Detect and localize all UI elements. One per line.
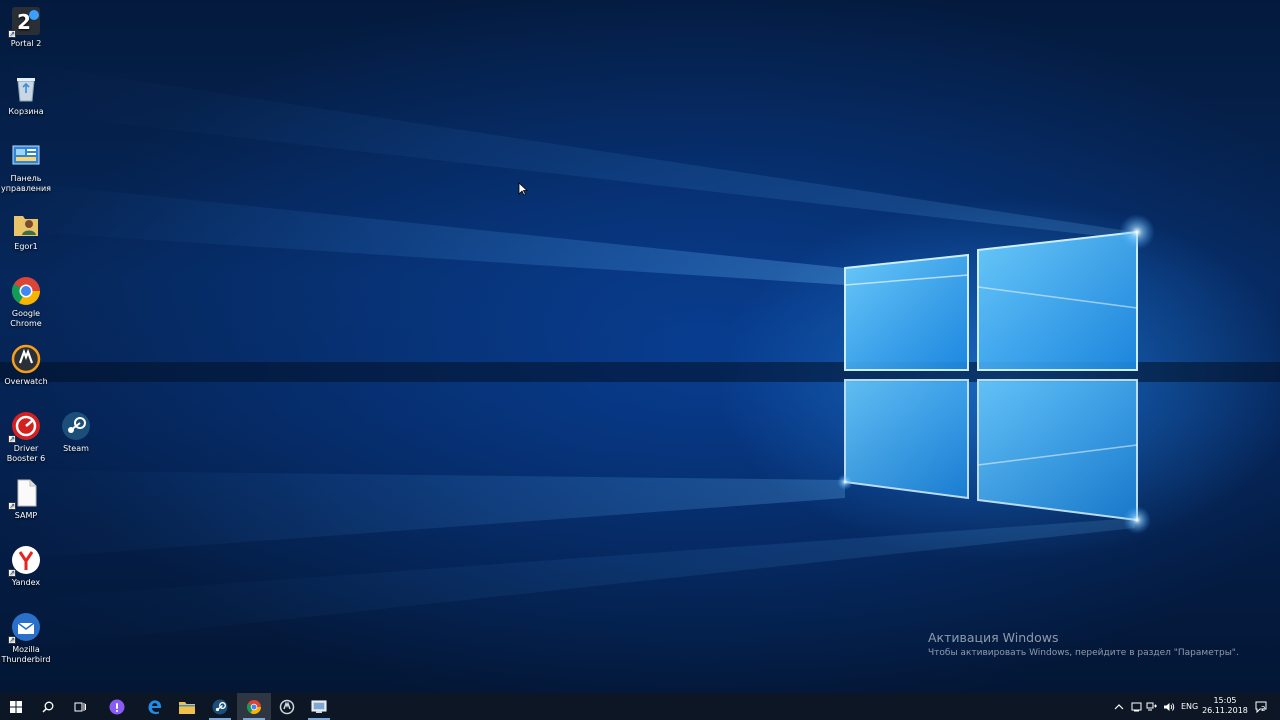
taskbar: ENG 15:05 26.11.2018 2 — [0, 693, 1280, 720]
desktop-icon-chrome[interactable]: Google Chrome — [0, 275, 52, 329]
taskbar-app[interactable] — [302, 693, 336, 720]
action-center-button[interactable]: 2 — [1252, 693, 1270, 720]
search-button[interactable] — [32, 693, 64, 720]
volume-icon — [1164, 702, 1175, 711]
overwatch-icon — [10, 343, 42, 375]
overwatch-icon — [279, 699, 295, 714]
desktop-icon-label: Overwatch — [4, 377, 48, 386]
chevron-up-icon — [1114, 703, 1124, 709]
start-icon — [10, 700, 22, 713]
steam-icon — [60, 410, 92, 442]
desktop-icon-control-panel[interactable]: Панель управления — [0, 140, 52, 194]
desktop-icon-label: Mozilla Thunderbird — [1, 645, 51, 664]
steam-icon — [212, 699, 228, 714]
desktop-icon-recycle-bin[interactable]: Корзина — [0, 73, 52, 117]
tray-window-button[interactable] — [1131, 693, 1142, 720]
thunderbird-icon: ↗ — [8, 611, 42, 644]
mouse-cursor-icon — [518, 182, 528, 196]
language-indicator[interactable]: ENG — [1181, 693, 1198, 720]
svg-text:2: 2 — [17, 10, 31, 34]
notification-count-badge: 2 — [1261, 705, 1266, 713]
cortana-icon — [109, 699, 125, 714]
network-icon — [1146, 702, 1157, 710]
desktop-icon-label: SAMP — [14, 511, 38, 520]
desktop[interactable]: 2 ↗ Portal 2 Корзина Панель управления E… — [0, 0, 1280, 693]
tray-volume-button[interactable] — [1163, 693, 1175, 720]
file-icon: ↗ — [8, 477, 42, 510]
activation-watermark: Активация Windows Чтобы активировать Win… — [928, 630, 1239, 658]
activation-message: Чтобы активировать Windows, перейдите в … — [928, 648, 1239, 658]
desktop-icon-yandex[interactable]: ↗ Yandex — [0, 544, 52, 588]
desktop-icon-samp[interactable]: ↗ SAMP — [0, 477, 52, 521]
start-button[interactable] — [0, 693, 32, 720]
desktop-icon-label: Driver Booster 6 — [6, 444, 46, 463]
cortana-button[interactable] — [100, 693, 134, 720]
clock[interactable]: 15:05 26.11.2018 — [1200, 696, 1250, 716]
edge-icon — [148, 699, 162, 714]
chrome-icon — [10, 275, 42, 307]
desktop-icon-thunderbird[interactable]: ↗ Mozilla Thunderbird — [0, 611, 52, 665]
task-view-button[interactable] — [64, 693, 96, 720]
desktop-icon-overwatch[interactable]: Overwatch — [0, 343, 52, 387]
portal2-icon: 2 ↗ — [8, 5, 42, 38]
taskbar-edge[interactable] — [138, 693, 172, 720]
taskbar-chrome[interactable] — [237, 693, 271, 720]
search-icon — [42, 701, 54, 713]
task-view-icon — [74, 702, 86, 711]
yandex-icon: ↗ — [8, 544, 42, 577]
desktop-icon-egor1[interactable]: Egor1 — [0, 208, 52, 252]
taskbar-steam[interactable] — [203, 693, 237, 720]
desktop-icon-label: Google Chrome — [10, 309, 42, 328]
user-folder-icon — [10, 208, 42, 240]
desktop-icon-label: Yandex — [11, 578, 41, 587]
chrome-icon — [247, 699, 261, 714]
tray-network-button[interactable] — [1146, 693, 1158, 720]
control-panel-icon — [10, 140, 42, 172]
activation-title: Активация Windows — [928, 630, 1059, 645]
taskbar-file-explorer[interactable] — [170, 693, 204, 720]
tray-overflow-button[interactable] — [1114, 693, 1124, 720]
desktop-icon-label: Корзина — [8, 107, 44, 116]
clock-date: 26.11.2018 — [1202, 706, 1248, 715]
desktop-icon-label: Панель управления — [1, 174, 51, 193]
desktop-icon-label: Steam — [63, 444, 89, 453]
wallpaper-image — [0, 60, 1280, 650]
desktop-icon-portal2[interactable]: 2 ↗ Portal 2 — [0, 5, 52, 49]
desktop-icon-label: Portal 2 — [10, 39, 42, 48]
app-icon — [311, 700, 327, 713]
desktop-icon-label: Egor1 — [14, 242, 38, 251]
desktop-icon-driver-booster[interactable]: ↗ Driver Booster 6 — [0, 410, 52, 464]
taskbar-overwatch[interactable] — [270, 693, 304, 720]
window-icon — [1131, 702, 1142, 711]
clock-time: 15:05 — [1213, 696, 1237, 705]
driver-booster-icon: ↗ — [8, 410, 42, 443]
file-explorer-icon — [179, 701, 195, 714]
recycle-bin-icon — [10, 73, 42, 105]
desktop-icon-steam[interactable]: Steam — [50, 410, 102, 454]
